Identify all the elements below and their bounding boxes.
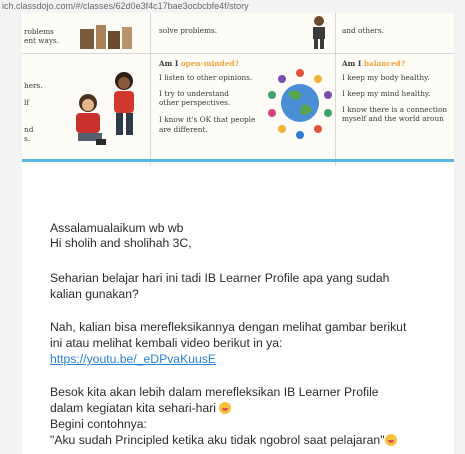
poster-text-line: other perspectives. bbox=[159, 98, 231, 108]
browser-url-bar[interactable]: ich.classdojo.com/#/classes/62d0e3f4c17b… bbox=[0, 0, 465, 13]
poster-text-line: hers. bbox=[24, 81, 43, 90]
post-text-span: "Aku sudah Principled ketika aku tidak n… bbox=[50, 433, 385, 447]
poster-text-line: I keep my body healthy. bbox=[342, 73, 430, 83]
grinning-emoji-icon bbox=[384, 434, 397, 446]
poster-text-line: lf bbox=[24, 98, 30, 108]
poster-bottom-bar bbox=[22, 159, 454, 162]
books-illustration bbox=[80, 25, 132, 49]
post-salutation: Hi sholih and sholihah 3C, bbox=[50, 236, 192, 250]
balanced-heading: Am I balanced? bbox=[342, 59, 447, 68]
poster-top-right-text: and others. bbox=[342, 26, 384, 35]
poster-text-line: s. bbox=[24, 134, 31, 144]
post-text-line: kalian gunakan? bbox=[50, 287, 139, 301]
post-text-span: dalam kegiatan kita sehari-hari bbox=[50, 401, 216, 415]
open-minded-heading: Am I open-minded? bbox=[159, 59, 255, 68]
learner-profile-poster[interactable]: roblems ent ways. solve problems. and ot… bbox=[22, 13, 454, 165]
poster-divider bbox=[22, 53, 454, 54]
heading-prefix: Am I bbox=[159, 59, 181, 68]
poster-text-line: ent ways. bbox=[24, 36, 60, 46]
children-playing-illustration bbox=[76, 72, 134, 145]
post-text-line: "Aku sudah Principled ketika aku tidak n… bbox=[50, 433, 397, 448]
poster-text-line: nd bbox=[24, 125, 34, 135]
heading-prefix: Am I bbox=[342, 59, 364, 68]
poster-text-line: I keep my mind healthy. bbox=[342, 89, 431, 99]
url-text[interactable]: ich.classdojo.com/#/classes/62d0e3f4c17b… bbox=[2, 1, 249, 11]
poster-text-line: I listen to other opinions. bbox=[159, 73, 253, 83]
post-text-line: Begini contohnya: bbox=[50, 417, 147, 431]
post-text-line: Seharian belajar hari ini tadi IB Learne… bbox=[50, 271, 390, 285]
child-illustration bbox=[313, 16, 325, 49]
post-text-line: dalam kegiatan kita sehari-hari bbox=[50, 401, 232, 416]
poster-mid-left-text: hers. lf nd s. bbox=[24, 81, 43, 143]
poster-top-mid-text: solve problems. bbox=[159, 26, 218, 35]
poster-text-line: are different. bbox=[159, 124, 208, 134]
poster-text-line: roblems bbox=[24, 27, 54, 36]
grinning-emoji-icon bbox=[219, 402, 232, 414]
balanced-section: Am I balanced? I keep my body healthy. I… bbox=[342, 59, 447, 124]
story-post-card: roblems ent ways. solve problems. and ot… bbox=[22, 13, 454, 454]
poster-divider bbox=[150, 13, 151, 165]
open-minded-section: Am I open-minded? I listen to other opin… bbox=[159, 59, 255, 134]
poster-text-line: I try to understand bbox=[159, 89, 229, 99]
post-text-line: ini atau melihat kembali video berikut i… bbox=[50, 336, 283, 350]
post-text-line: Nah, kalian bisa merefleksikannya dengan… bbox=[50, 320, 407, 334]
poster-text-line: myself and the world aroun bbox=[342, 114, 444, 124]
post-text-line: Besok kita akan lebih dalam merefleksika… bbox=[50, 385, 379, 399]
heading-keyword: balanced? bbox=[363, 59, 405, 68]
globe-people-illustration bbox=[268, 69, 332, 139]
heading-keyword: open-minded? bbox=[180, 59, 239, 68]
poster-text-line: I know it's OK that people bbox=[159, 115, 256, 125]
post-greeting: Assalamualaikum wb wb bbox=[50, 221, 184, 235]
youtube-link[interactable]: https://youtu.be/_eDPvaKuusE bbox=[50, 352, 216, 367]
poster-text-line: I know there is a connection bbox=[342, 105, 448, 115]
poster-top-left-text: roblems ent ways. bbox=[24, 27, 59, 45]
